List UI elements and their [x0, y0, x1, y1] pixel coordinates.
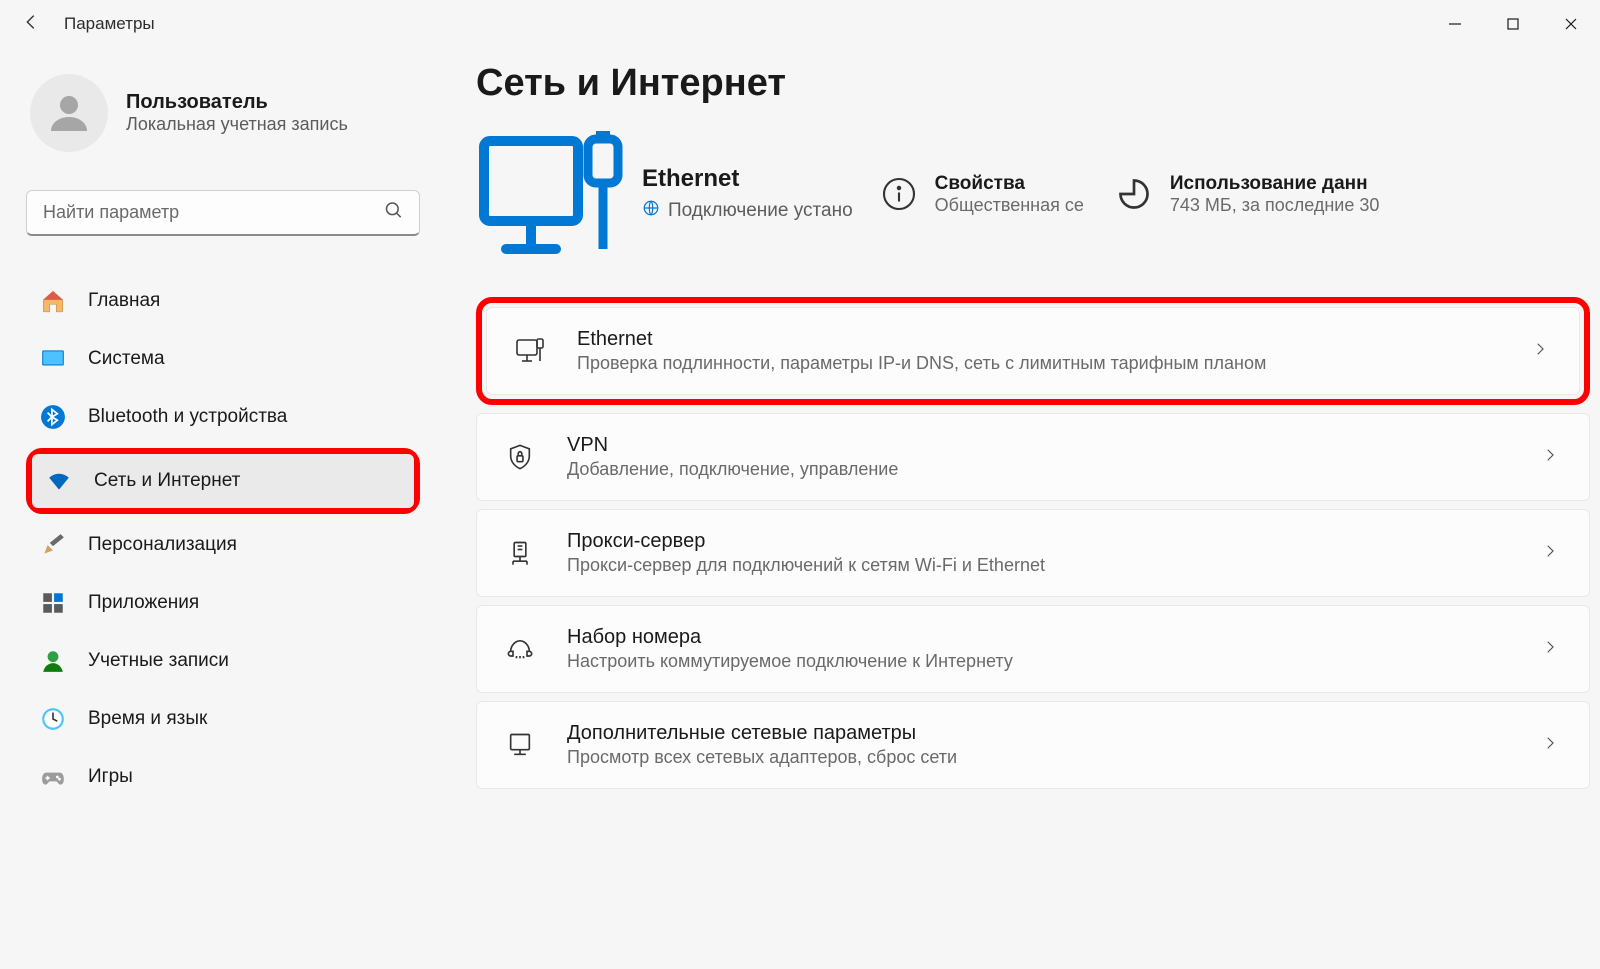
nav-list: Главная Система Bluetooth и устройства — [26, 274, 420, 804]
titlebar: Параметры — [0, 0, 1600, 48]
games-icon — [40, 764, 66, 790]
card-title: Дополнительные сетевые параметры — [567, 722, 1509, 745]
properties-block[interactable]: Свойства Общественная се — [877, 172, 1084, 216]
card-vpn[interactable]: VPN Добавление, подключение, управление — [476, 413, 1590, 501]
bluetooth-icon — [40, 404, 66, 430]
wifi-icon — [46, 468, 72, 494]
ethernet-large-icon — [476, 129, 626, 259]
data-usage-block[interactable]: Использование данн 743 МБ, за последние … — [1112, 172, 1380, 216]
globe-icon — [642, 199, 660, 223]
main-content: Сеть и Интернет Ethern — [440, 48, 1600, 969]
page-title: Сеть и Интернет — [476, 62, 1600, 105]
sidebar-item-label: Время и язык — [88, 708, 207, 730]
info-icon — [877, 172, 921, 216]
accounts-icon — [40, 648, 66, 674]
avatar — [30, 74, 108, 152]
sidebar-item-time[interactable]: Время и язык — [26, 692, 420, 746]
brush-icon — [40, 532, 66, 558]
card-subtitle: Добавление, подключение, управление — [567, 459, 1509, 480]
minimize-button[interactable] — [1426, 4, 1484, 44]
card-title: VPN — [567, 434, 1509, 457]
close-button[interactable] — [1542, 4, 1600, 44]
chevron-right-icon — [1541, 638, 1559, 661]
chevron-right-icon — [1541, 542, 1559, 565]
card-title: Ethernet — [577, 328, 1499, 351]
sidebar-item-label: Главная — [88, 290, 160, 312]
card-proxy[interactable]: Прокси-сервер Прокси-сервер для подключе… — [476, 509, 1590, 597]
search-input[interactable] — [26, 190, 420, 236]
chevron-right-icon — [1541, 734, 1559, 757]
data-usage-sub: 743 МБ, за последние 30 — [1170, 195, 1380, 216]
properties-title: Свойства — [935, 173, 1084, 195]
connection-status: Подключение устано — [642, 199, 853, 223]
data-usage-icon — [1112, 172, 1156, 216]
card-title: Прокси-сервер — [567, 530, 1509, 553]
chevron-right-icon — [1541, 446, 1559, 469]
sidebar-item-label: Bluetooth и устройства — [88, 406, 287, 428]
properties-sub: Общественная се — [935, 195, 1084, 216]
sidebar-item-network[interactable]: Сеть и Интернет — [32, 454, 414, 508]
sidebar-item-system[interactable]: Система — [26, 332, 420, 386]
sidebar-item-gaming[interactable]: Игры — [26, 750, 420, 804]
advanced-network-icon — [505, 730, 535, 760]
card-ethernet[interactable]: Ethernet Проверка подлинности, параметры… — [486, 307, 1580, 395]
ethernet-icon — [515, 336, 545, 366]
sidebar-item-label: Приложения — [88, 592, 199, 614]
user-name: Пользователь — [126, 91, 348, 114]
search-icon — [384, 201, 404, 226]
card-subtitle: Прокси-сервер для подключений к сетям Wi… — [567, 555, 1509, 576]
card-subtitle: Просмотр всех сетевых адаптеров, сброс с… — [567, 747, 1509, 768]
sidebar-item-bluetooth[interactable]: Bluetooth и устройства — [26, 390, 420, 444]
sidebar-item-accounts[interactable]: Учетные записи — [26, 634, 420, 688]
sidebar-item-label: Игры — [88, 766, 133, 788]
apps-icon — [40, 590, 66, 616]
sidebar-item-label: Система — [88, 348, 165, 370]
proxy-icon — [505, 538, 535, 568]
sidebar-item-label: Учетные записи — [88, 650, 229, 672]
window-title: Параметры — [64, 14, 155, 34]
chevron-right-icon — [1531, 340, 1549, 363]
maximize-button[interactable] — [1484, 4, 1542, 44]
vpn-icon — [505, 442, 535, 472]
card-dialup[interactable]: Набор номера Настроить коммутируемое под… — [476, 605, 1590, 693]
time-icon — [40, 706, 66, 732]
settings-cards: Ethernet Проверка подлинности, параметры… — [476, 297, 1600, 789]
card-title: Набор номера — [567, 626, 1509, 649]
user-subtitle: Локальная учетная запись — [126, 114, 348, 135]
dialup-icon — [505, 634, 535, 664]
connection-title: Ethernet — [642, 165, 853, 193]
highlight-sidebar-network: Сеть и Интернет — [26, 448, 420, 514]
sidebar-item-label: Персонализация — [88, 534, 237, 556]
data-usage-title: Использование данн — [1170, 173, 1380, 195]
card-subtitle: Проверка подлинности, параметры IP-и DNS… — [577, 353, 1499, 374]
home-icon — [40, 288, 66, 314]
highlight-card-ethernet: Ethernet Проверка подлинности, параметры… — [476, 297, 1590, 405]
sidebar-item-home[interactable]: Главная — [26, 274, 420, 328]
network-status-row: Ethernet Подключение устано — [476, 129, 1600, 259]
system-icon — [40, 346, 66, 372]
sidebar: Пользователь Локальная учетная запись Гл… — [0, 48, 440, 969]
user-block[interactable]: Пользователь Локальная учетная запись — [26, 74, 420, 152]
back-button[interactable] — [20, 11, 42, 38]
sidebar-item-label: Сеть и Интернет — [94, 470, 240, 492]
sidebar-item-personalization[interactable]: Персонализация — [26, 518, 420, 572]
card-advanced-network[interactable]: Дополнительные сетевые параметры Просмот… — [476, 701, 1590, 789]
sidebar-item-apps[interactable]: Приложения — [26, 576, 420, 630]
card-subtitle: Настроить коммутируемое подключение к Ин… — [567, 651, 1509, 672]
